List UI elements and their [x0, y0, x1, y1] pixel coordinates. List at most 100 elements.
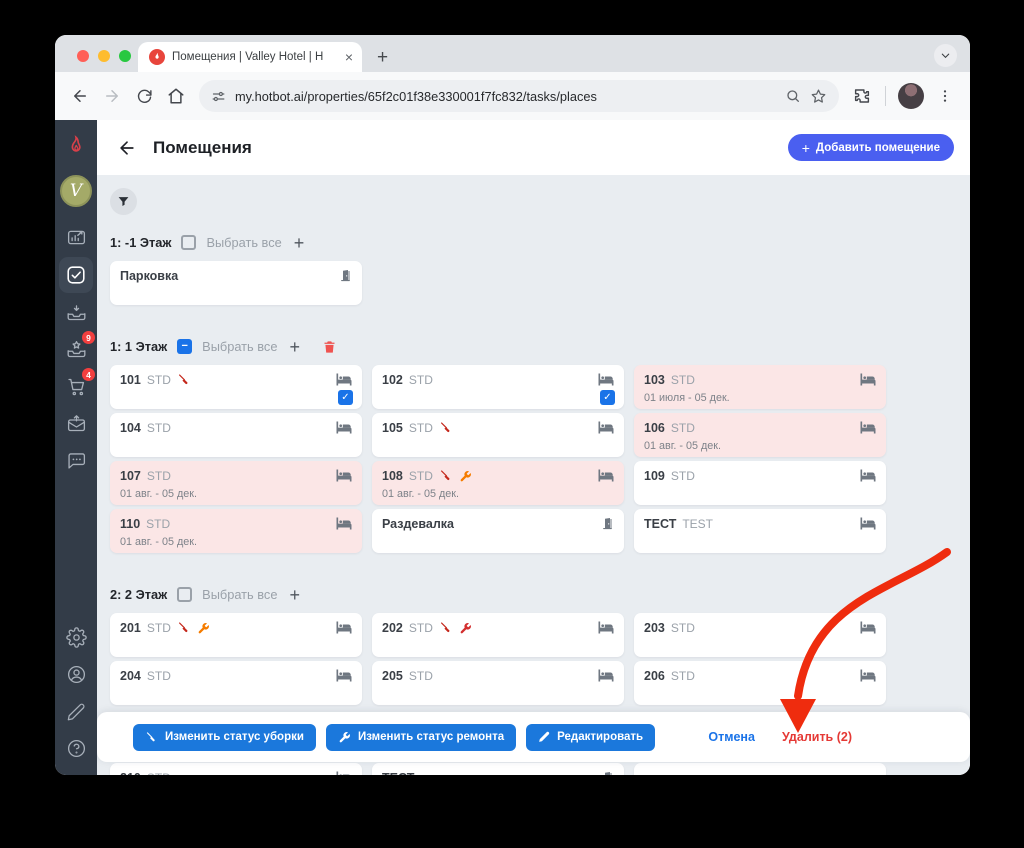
room-card[interactable]: 107 STD 01 авг. - 05 дек.	[110, 461, 362, 505]
room-number: 204	[120, 669, 141, 683]
tab-close-icon[interactable]: ×	[345, 50, 353, 64]
select-all-checkbox[interactable]	[177, 587, 193, 602]
pencil-icon	[538, 731, 550, 743]
change-repair-status-button[interactable]: Изменить статус ремонта	[325, 723, 517, 751]
room-card[interactable]: 202 STD	[372, 613, 624, 657]
add-room-icon[interactable]: +	[294, 234, 305, 252]
sidebar-item-cart[interactable]: 4	[59, 368, 95, 405]
room-card-title-row: 103 STD	[644, 373, 876, 387]
brush-icon	[145, 731, 158, 744]
tab-search-chevron-icon[interactable]	[934, 44, 957, 67]
room-type-label: STD	[670, 621, 695, 635]
reload-icon[interactable]	[129, 81, 159, 111]
browser-toolbar: my.hotbot.ai/properties/65f2c01f38e33000…	[55, 72, 970, 120]
room-block-dates: 01 авг. - 05 дек.	[120, 488, 198, 500]
hotbot-flame-logo-icon[interactable]	[65, 129, 87, 163]
sidebar-item-help[interactable]	[59, 730, 93, 767]
select-all-label: Выбрать все	[202, 339, 278, 354]
room-card[interactable]: Парковка	[110, 261, 362, 305]
browser-profile-avatar[interactable]	[898, 83, 924, 109]
browser-tab[interactable]: Помещения | Valley Hotel | H ×	[138, 42, 362, 72]
search-icon[interactable]	[785, 88, 801, 104]
sidebar-item-achievements[interactable]: 9	[59, 331, 95, 368]
bookmark-star-icon[interactable]	[810, 88, 827, 105]
repair-status-icon	[459, 622, 472, 635]
room-card[interactable]: 103 STD 01 июля - 05 дек.	[634, 365, 886, 409]
cleaning-status-icon	[177, 621, 191, 635]
browser-menu-icon[interactable]	[930, 81, 960, 111]
room-card[interactable]: 206 STD	[634, 661, 886, 705]
room-card-title-row: ТЕСТ TEST	[644, 517, 876, 531]
select-all-checkbox[interactable]	[181, 235, 197, 250]
forward-icon[interactable]	[97, 81, 127, 111]
sidebar-item-settings[interactable]	[59, 619, 93, 656]
select-all-checkbox[interactable]: −	[177, 339, 193, 354]
cleaning-status-icon	[439, 469, 453, 483]
delete-link[interactable]: Удалить (2)	[782, 730, 852, 744]
sidebar-item-tasks[interactable]	[59, 257, 93, 293]
room-card[interactable]: 205 STD	[372, 661, 624, 705]
room-card[interactable]: 102 STD ✓	[372, 365, 624, 409]
sidebar-item-analytics[interactable]	[59, 219, 93, 256]
door-icon	[600, 770, 615, 775]
room-card[interactable]: 201 STD	[110, 613, 362, 657]
room-card[interactable]: ТЕСТ	[372, 763, 624, 775]
change-cleaning-status-button[interactable]: Изменить статус уборки	[133, 723, 316, 751]
sidebar-item-edit[interactable]	[59, 693, 93, 730]
address-bar[interactable]: my.hotbot.ai/properties/65f2c01f38e33000…	[199, 80, 839, 112]
zoom-window-button[interactable]	[119, 50, 131, 62]
filter-button[interactable]	[110, 188, 137, 215]
url-text[interactable]: my.hotbot.ai/properties/65f2c01f38e33000…	[235, 89, 776, 104]
sidebar-item-chat[interactable]	[59, 442, 93, 479]
room-card[interactable]: 109 STD	[634, 461, 886, 505]
room-card[interactable]: 203 STD	[634, 613, 886, 657]
add-place-button[interactable]: + Добавить помещение	[787, 134, 954, 161]
cart-badge: 4	[82, 368, 95, 381]
room-block-dates: 01 авг. - 05 дек.	[644, 440, 722, 452]
site-controls-icon[interactable]	[211, 89, 226, 104]
room-card[interactable]: 101 STD ✓	[110, 365, 362, 409]
back-icon[interactable]	[65, 81, 95, 111]
room-type-label: STD	[146, 373, 171, 387]
room-number: 102	[382, 373, 403, 387]
traffic-lights	[77, 50, 131, 62]
minimize-window-button[interactable]	[98, 50, 110, 62]
add-room-icon[interactable]: +	[289, 338, 300, 356]
room-number: 107	[120, 469, 141, 483]
bed-icon	[597, 620, 615, 635]
add-room-icon[interactable]: +	[289, 586, 300, 604]
room-card[interactable]	[634, 763, 886, 775]
action-button-label: Изменить статус уборки	[165, 731, 304, 743]
hotel-avatar[interactable]: V	[60, 175, 92, 207]
room-card[interactable]: 105 STD	[372, 413, 624, 457]
close-window-button[interactable]	[77, 50, 89, 62]
room-card[interactable]: 204 STD	[110, 661, 362, 705]
room-card[interactable]: ТЕСТ TEST	[634, 509, 886, 553]
sidebar-item-inbox[interactable]	[59, 294, 93, 331]
extensions-puzzle-icon[interactable]	[847, 81, 877, 111]
room-checkbox-checked[interactable]: ✓	[600, 390, 615, 405]
room-card[interactable]: 110 STD 01 авг. - 05 дек.	[110, 509, 362, 553]
funnel-icon	[118, 197, 129, 207]
room-card[interactable]: 210 STD	[110, 763, 362, 775]
home-icon[interactable]	[161, 81, 191, 111]
room-checkbox-checked[interactable]: ✓	[338, 390, 353, 405]
trash-icon[interactable]	[322, 339, 337, 355]
cancel-link[interactable]: Отмена	[708, 730, 755, 744]
bed-icon	[335, 372, 353, 387]
room-card[interactable]: 104 STD	[110, 413, 362, 457]
edit-button[interactable]: Редактировать	[526, 723, 656, 751]
new-tab-button[interactable]: +	[377, 48, 388, 67]
sidebar-item-mail[interactable]	[59, 405, 93, 442]
room-number: 202	[382, 621, 403, 635]
room-card-title-row: 106 STD	[644, 421, 876, 435]
bed-icon	[335, 668, 353, 683]
room-card-title-row: ТЕСТ	[382, 771, 614, 775]
room-card[interactable]: 108 STD 01 авг. - 05 дек.	[372, 461, 624, 505]
room-card[interactable]: Раздевалка	[372, 509, 624, 553]
room-card[interactable]: 106 STD 01 авг. - 05 дек.	[634, 413, 886, 457]
bed-icon	[335, 468, 353, 483]
page-back-icon[interactable]	[117, 138, 137, 158]
action-buttons-group: Изменить статус уборки Изменить статус ре…	[117, 723, 656, 751]
sidebar-item-profile[interactable]	[59, 656, 93, 693]
